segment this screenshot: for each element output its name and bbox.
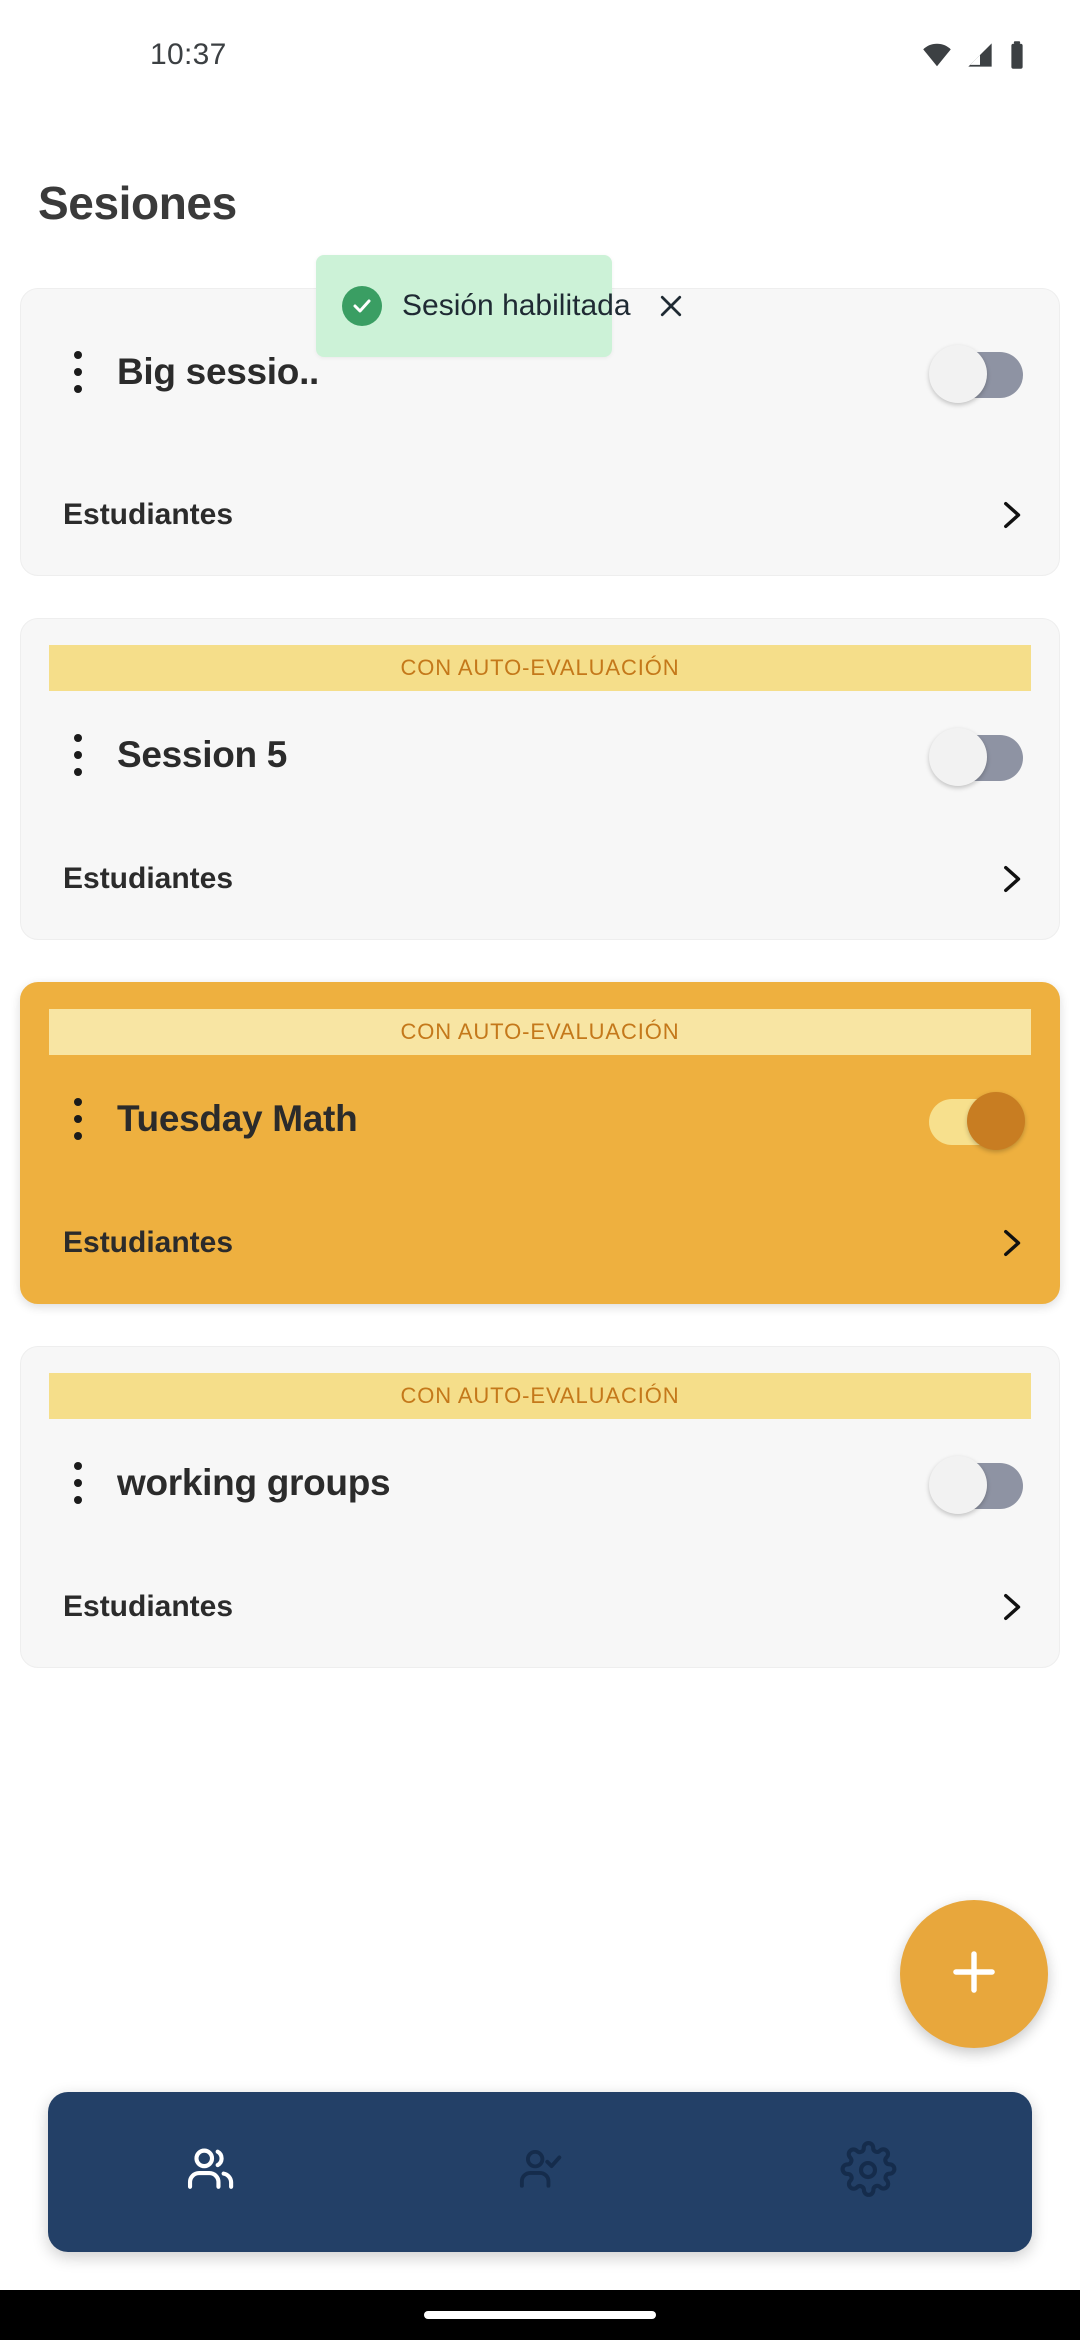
students-label: Estudiantes [63, 498, 234, 531]
session-card[interactable]: CON AUTO-EVALUACIÓN Session 5 Estudiante… [20, 618, 1060, 940]
students-row[interactable]: Estudiantes [21, 455, 1059, 575]
app-screen: 10:37 Sesiones Sesión habilitada Big ses… [0, 0, 1080, 2340]
students-row[interactable]: Estudiantes [21, 1547, 1059, 1667]
session-enable-toggle[interactable] [929, 728, 1023, 786]
nav-item-settings[interactable] [704, 2092, 1032, 2252]
add-session-fab[interactable] [900, 1900, 1048, 2048]
toast-notification: Sesión habilitada [316, 255, 681, 357]
session-enable-toggle[interactable] [929, 1456, 1023, 1514]
session-name: Session 5 [117, 734, 288, 775]
chevron-right-icon[interactable] [987, 1220, 1033, 1266]
students-label: Estudiantes [63, 1590, 234, 1623]
status-time: 10:37 [150, 38, 227, 71]
cell-signal-icon [966, 41, 994, 69]
check-circle-icon [342, 286, 382, 326]
more-vertical-icon[interactable] [61, 342, 95, 402]
gesture-pill[interactable] [424, 2311, 656, 2319]
session-enable-toggle[interactable] [929, 1092, 1025, 1150]
session-card[interactable]: CON AUTO-EVALUACIÓN working groups Estud… [20, 1346, 1060, 1668]
session-name: working groups [117, 1462, 391, 1503]
close-icon[interactable] [651, 286, 691, 326]
wifi-icon [922, 40, 952, 70]
bottom-navigation-bar [48, 2092, 1032, 2252]
self-evaluation-banner: CON AUTO-EVALUACIÓN [49, 1373, 1031, 1419]
students-label: Estudiantes [63, 1226, 234, 1259]
session-card[interactable]: CON AUTO-EVALUACIÓN Tuesday Math Estudia… [20, 982, 1060, 1304]
students-row[interactable]: Estudiantes [21, 819, 1059, 939]
gear-icon [839, 2140, 897, 2204]
nav-item-attendance[interactable] [376, 2092, 704, 2252]
sessions-list: Big sessio.. Estudiantes CON AUTO-EVALUA… [0, 288, 1080, 1710]
more-vertical-icon[interactable] [61, 1089, 95, 1149]
person-check-icon [511, 2141, 569, 2204]
session-card-header: Tuesday Math [21, 1055, 1059, 1183]
people-group-icon [181, 2139, 243, 2206]
status-bar: 10:37 [0, 0, 1080, 110]
battery-icon [1008, 40, 1026, 70]
self-evaluation-banner: CON AUTO-EVALUACIÓN [49, 1009, 1031, 1055]
page-title: Sesiones [38, 177, 237, 229]
chevron-right-icon[interactable] [987, 1584, 1033, 1630]
chevron-right-icon[interactable] [987, 492, 1033, 538]
more-vertical-icon[interactable] [61, 725, 95, 785]
self-evaluation-banner: CON AUTO-EVALUACIÓN [49, 645, 1031, 691]
session-enable-toggle[interactable] [929, 345, 1023, 403]
plus-icon [943, 1941, 1005, 2008]
nav-item-groups[interactable] [48, 2092, 376, 2252]
chevron-right-icon[interactable] [987, 856, 1033, 902]
students-row[interactable]: Estudiantes [21, 1183, 1059, 1303]
session-card-header: Session 5 [21, 691, 1059, 819]
system-gesture-area [0, 2290, 1080, 2340]
session-name: Big sessio.. [117, 351, 320, 392]
session-name: Tuesday Math [117, 1098, 358, 1139]
session-card-header: working groups [21, 1419, 1059, 1547]
students-label: Estudiantes [63, 862, 234, 895]
more-vertical-icon[interactable] [61, 1453, 95, 1513]
toast-message: Sesión habilitada [402, 289, 631, 322]
status-icon-group [922, 40, 1026, 70]
